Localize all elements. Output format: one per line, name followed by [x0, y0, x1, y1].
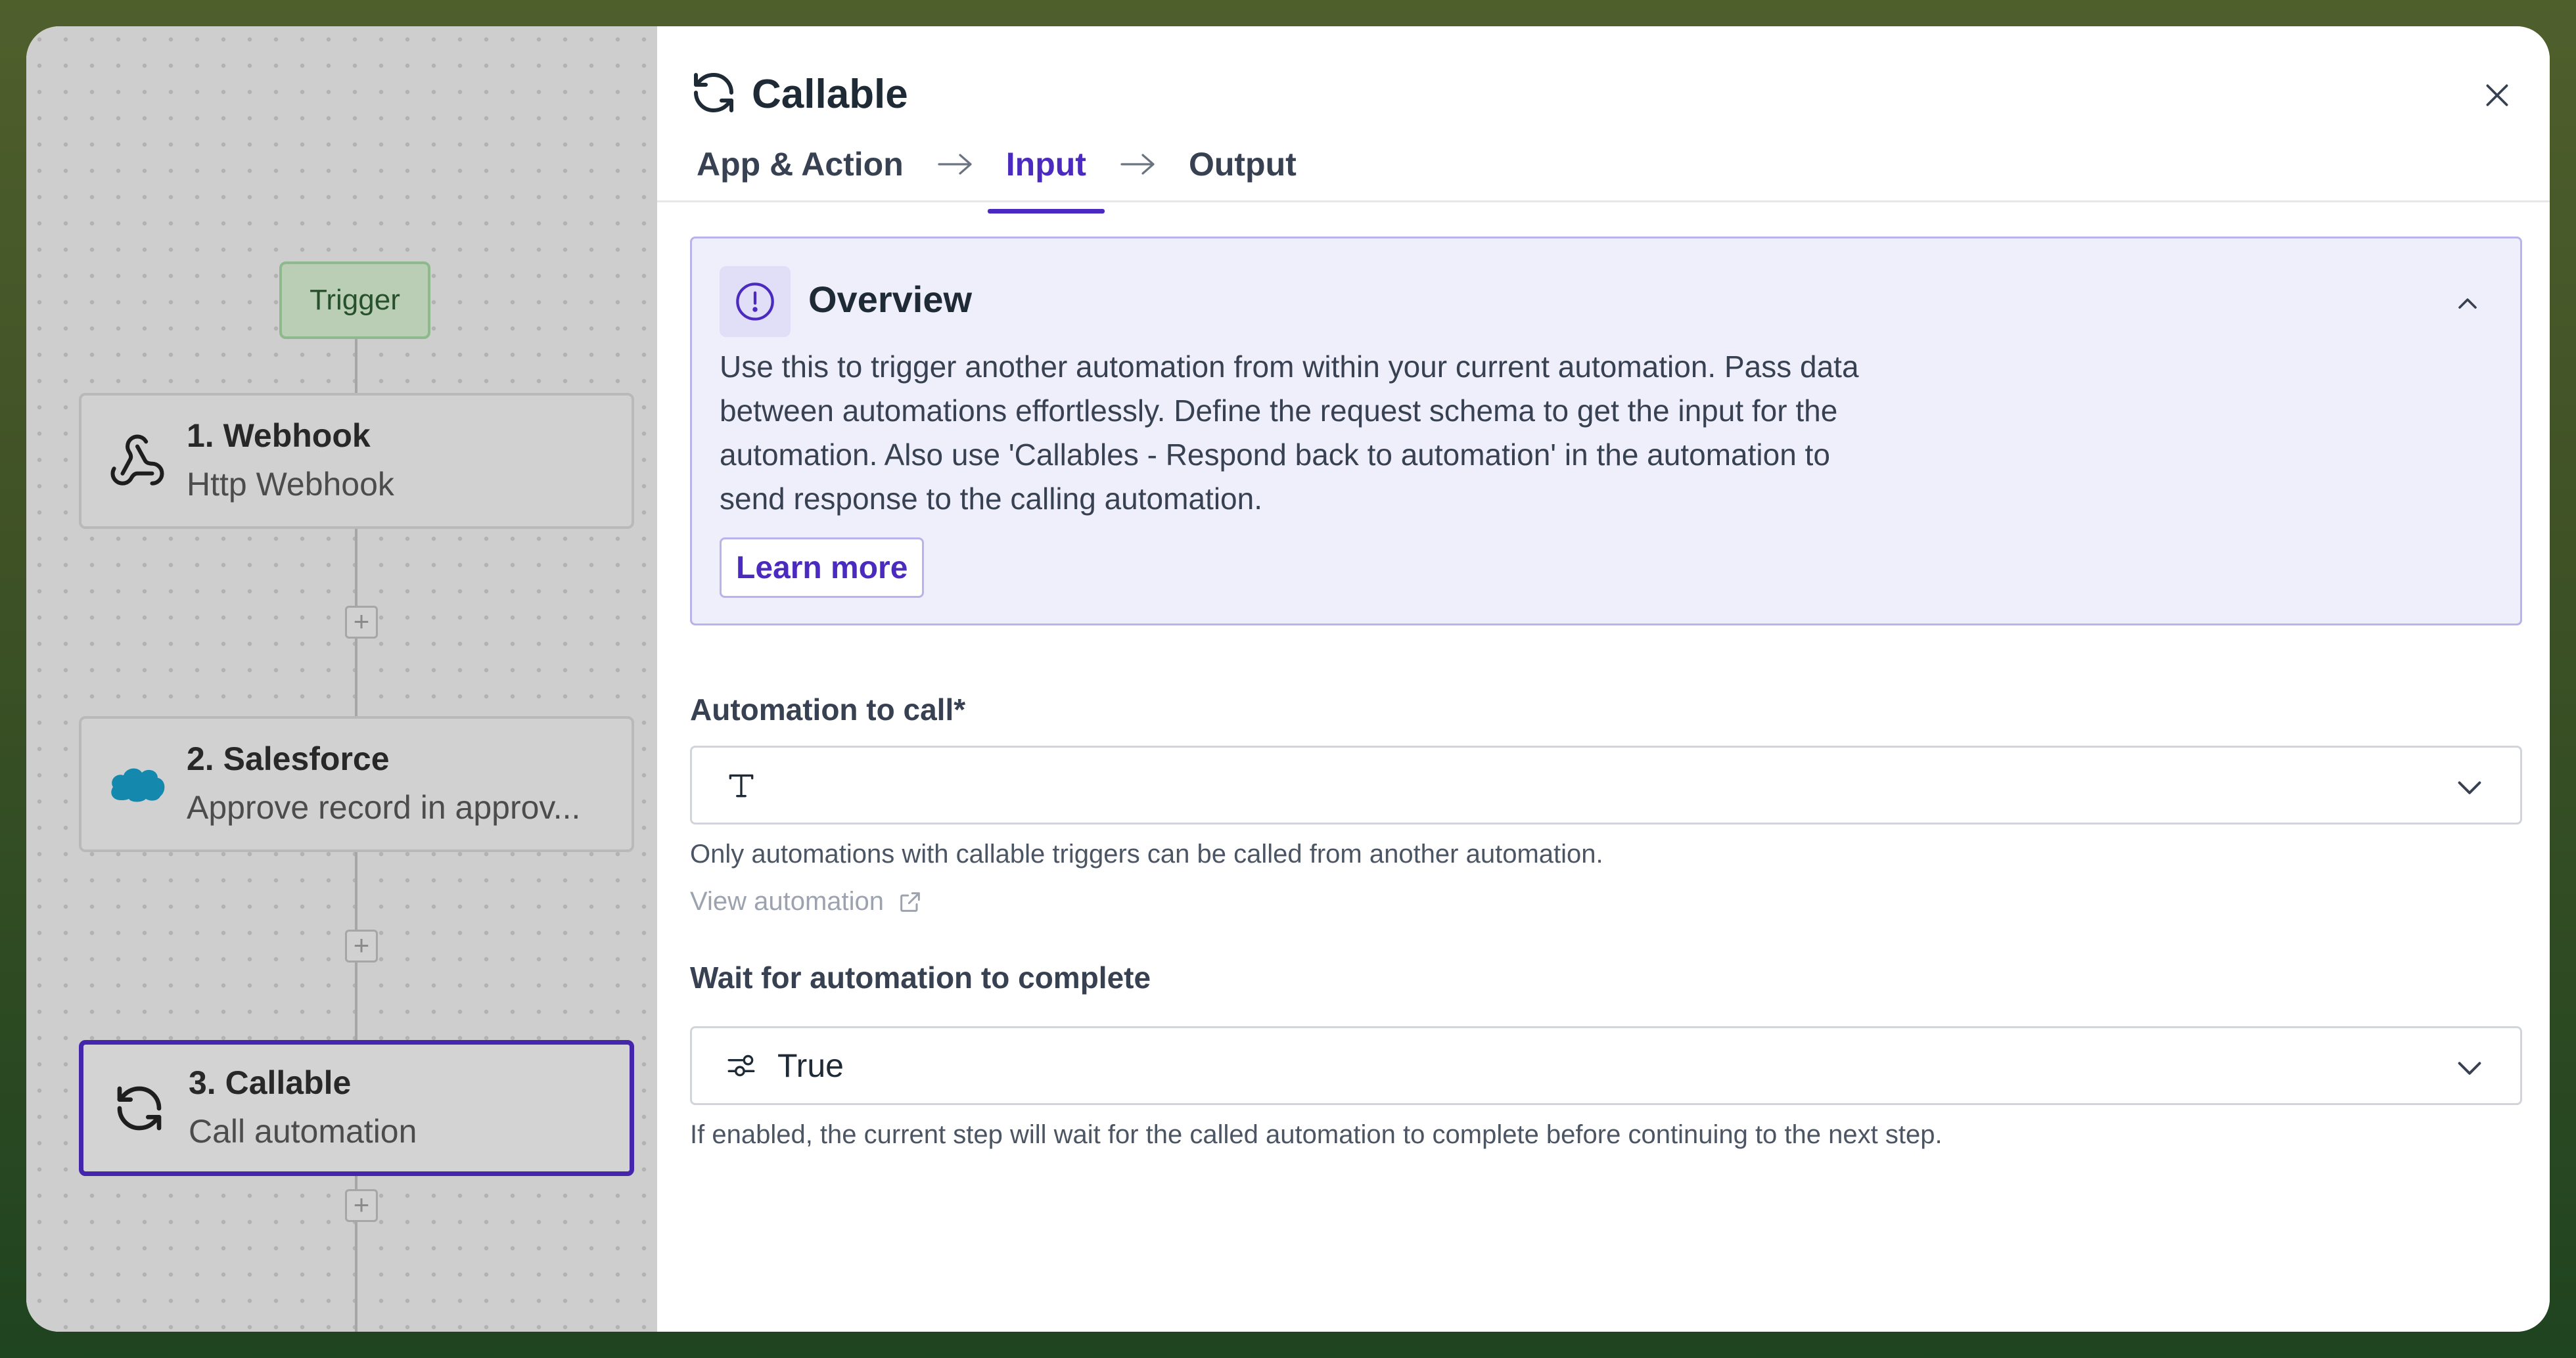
- wait-select-value: True: [777, 1047, 844, 1084]
- workflow-canvas[interactable]: Trigger 1. Webhook Http Webhook + 2. Sal…: [26, 26, 657, 1332]
- tab-app-action[interactable]: App & Action: [697, 138, 922, 191]
- learn-more-button[interactable]: Learn more: [720, 537, 925, 598]
- step-tabs: App & Action Input Output: [697, 138, 1315, 214]
- overview-title: Overview: [808, 279, 973, 320]
- overview-line: between automations effortlessly. Define…: [720, 394, 1838, 428]
- wait-field-label: Wait for automation to complete: [690, 961, 1151, 995]
- app-window: Trigger 1. Webhook Http Webhook + 2. Sal…: [26, 26, 2550, 1332]
- info-icon: [720, 266, 791, 337]
- step-config-panel: Callable App & Action Input Output Overv…: [657, 26, 2550, 1332]
- canvas-overlay: [26, 26, 657, 1332]
- overview-line: automation. Also use 'Callables - Respon…: [720, 438, 1830, 472]
- automation-select[interactable]: [690, 746, 2522, 825]
- chevron-up-icon[interactable]: [2454, 292, 2481, 312]
- wait-help-text: If enabled, the current step will wait f…: [690, 1120, 1943, 1149]
- tab-output[interactable]: Output: [1170, 138, 1315, 191]
- overview-description: Use this to trigger another automation f…: [720, 345, 2008, 521]
- overview-line: send response to the calling automation.: [720, 482, 1262, 516]
- close-icon: [2486, 84, 2508, 106]
- refresh-icon: [690, 69, 737, 120]
- toggle-settings-icon: [725, 1046, 764, 1085]
- text-type-icon: [725, 765, 764, 805]
- view-automation-label: View automation: [690, 887, 884, 916]
- tab-input[interactable]: Input: [987, 138, 1105, 214]
- chevron-down-icon: [2458, 781, 2481, 794]
- arrow-right-icon: [938, 154, 972, 175]
- arrow-right-icon: [1120, 154, 1155, 175]
- panel-header: Callable App & Action Input Output: [657, 26, 2550, 214]
- wait-select[interactable]: True: [690, 1026, 2522, 1105]
- chevron-down-icon: [2458, 1062, 2481, 1075]
- external-link-icon: [900, 892, 920, 912]
- panel-title: Callable: [752, 72, 908, 117]
- automation-help-text: Only automations with callable triggers …: [690, 840, 1603, 869]
- overview-card: Overview Use this to trigger another aut…: [690, 237, 2522, 625]
- close-button[interactable]: [2481, 79, 2514, 112]
- automation-field-label: Automation to call*: [690, 692, 966, 727]
- view-automation-link[interactable]: View automation: [690, 887, 923, 917]
- overview-line: Use this to trigger another automation f…: [720, 350, 1859, 384]
